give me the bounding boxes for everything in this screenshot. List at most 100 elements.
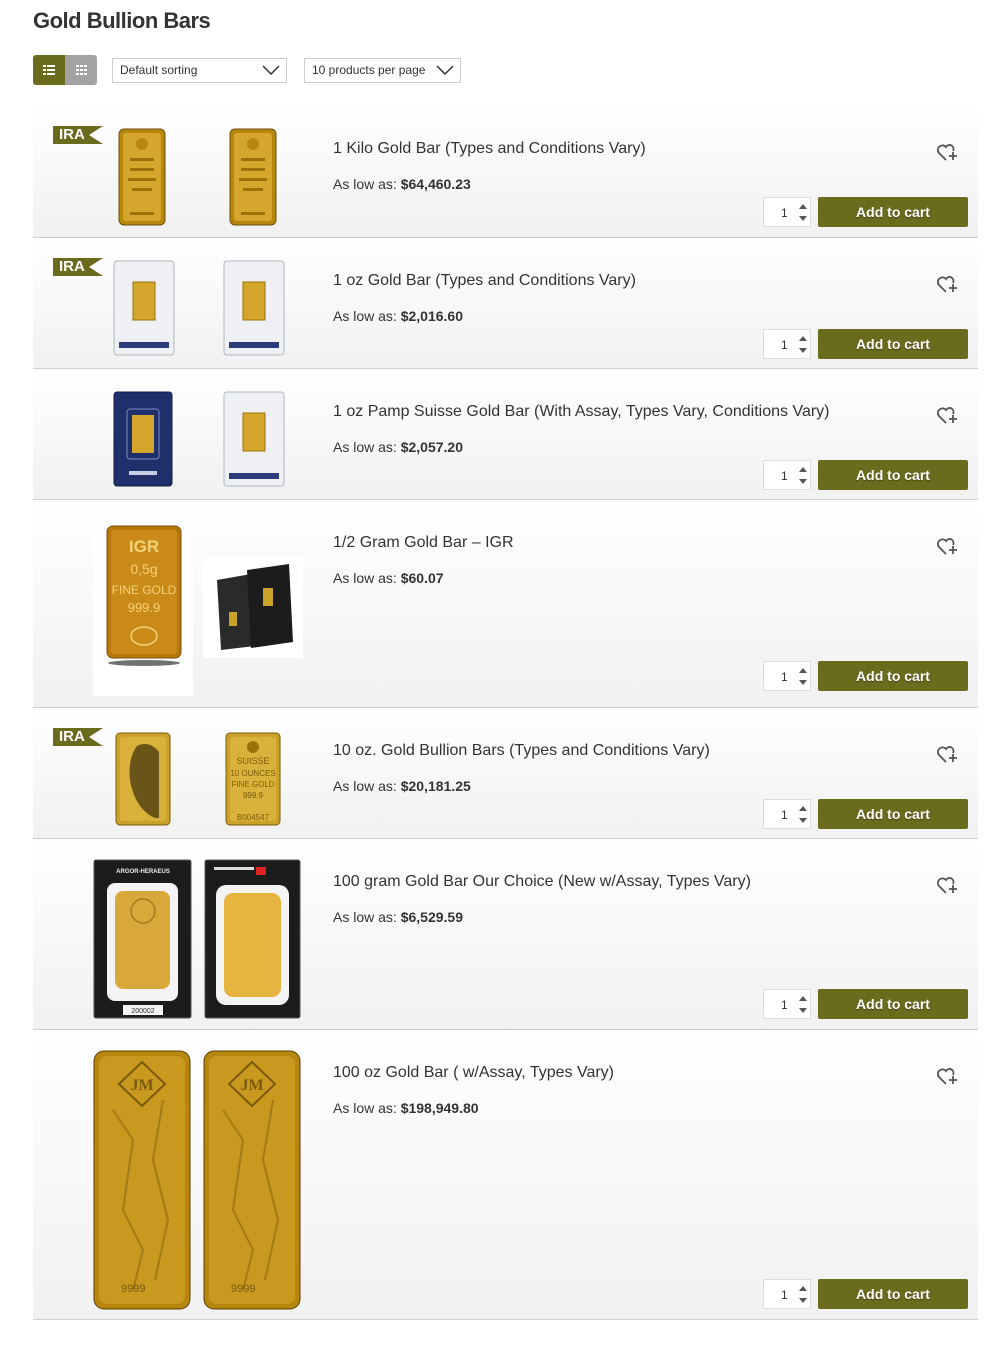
product-row: ARGOR-HERAEUS 200002 100 gram Gold Bar O…: [33, 839, 978, 1030]
quantity-stepper[interactable]: 1: [763, 799, 811, 829]
price-prefix: As low as:: [333, 308, 397, 324]
product-image-gold-bar[interactable]: [118, 128, 166, 226]
product-row: IGR 0,5g FINE GOLD 999.9 1/2 Gram Gold B…: [33, 500, 978, 708]
product-image-assay-card[interactable]: [204, 859, 301, 1019]
add-to-cart-button[interactable]: Add to cart: [818, 989, 968, 1019]
price-value: $60.07: [400, 570, 444, 586]
product-price: As low as: $20,181.25: [333, 778, 471, 794]
list-view-icon: [43, 65, 55, 75]
product-image-igr-card[interactable]: [203, 558, 303, 658]
product-title[interactable]: 100 oz Gold Bar ( w/Assay, Types Vary): [333, 1064, 614, 1082]
igr-purity-text: 999.9: [128, 600, 161, 615]
suisse-fine-gold-text: FINE GOLD: [231, 780, 274, 789]
product-image-pamp-card[interactable]: [113, 391, 173, 487]
quantity-decrease-icon[interactable]: [796, 813, 810, 827]
product-row: 1 oz Pamp Suisse Gold Bar (With Assay, T…: [33, 369, 978, 500]
add-to-wishlist-icon[interactable]: [936, 876, 958, 896]
quantity-stepper[interactable]: 1: [763, 989, 811, 1019]
product-price: As low as: $6,529.59: [333, 909, 463, 925]
product-image-gold-bar[interactable]: [223, 260, 285, 356]
per-page-select[interactable]: 10 products per page: [304, 57, 461, 83]
price-value: $6,529.59: [400, 909, 463, 925]
product-image-igr-bar[interactable]: IGR 0,5g FINE GOLD 999.9: [93, 520, 193, 696]
suisse-weight-text: 10 OUNCES: [230, 769, 275, 778]
product-title[interactable]: 1 oz Gold Bar (Types and Conditions Vary…: [333, 272, 636, 290]
product-image-jm-bar[interactable]: JM 9999: [203, 1050, 301, 1310]
product-title[interactable]: 10 oz. Gold Bullion Bars (Types and Cond…: [333, 742, 710, 760]
suisse-purity-text: 999.9: [243, 791, 264, 800]
jm-logo-text: JM: [130, 1077, 153, 1094]
price-value: $198,949.80: [400, 1100, 479, 1116]
product-row: JM 9999 JM 9999 100 oz Gold Bar ( w/Assa…: [33, 1030, 978, 1320]
argor-brand-text: ARGOR-HERAEUS: [116, 869, 170, 875]
toolbar: Default sorting 10 products per page: [33, 55, 461, 85]
quantity-decrease-icon[interactable]: [796, 1293, 810, 1307]
add-to-wishlist-icon[interactable]: [936, 275, 958, 295]
product-price: As low as: $198,949.80: [333, 1100, 479, 1116]
add-to-cart-button[interactable]: Add to cart: [818, 329, 968, 359]
sort-select[interactable]: Default sorting: [112, 57, 287, 83]
price-prefix: As low as:: [333, 909, 397, 925]
product-list: IRA 1 Kilo Gold Bar (Types and Condition…: [33, 106, 978, 1320]
quantity-stepper[interactable]: 1: [763, 661, 811, 691]
product-title[interactable]: 100 gram Gold Bar Our Choice (New w/Assa…: [333, 873, 751, 891]
add-to-wishlist-icon[interactable]: [936, 745, 958, 765]
quantity-decrease-icon[interactable]: [796, 343, 810, 357]
ira-badge: IRA: [53, 728, 103, 746]
product-image-jm-bar[interactable]: JM 9999: [93, 1050, 191, 1310]
quantity-value: 1: [781, 808, 788, 822]
list-view-button[interactable]: [33, 55, 65, 85]
igr-brand-text: IGR: [129, 537, 159, 556]
product-image-argor-card[interactable]: ARGOR-HERAEUS 200002: [93, 859, 192, 1019]
add-to-cart-button[interactable]: Add to cart: [818, 197, 968, 227]
product-image-gold-bar[interactable]: [229, 128, 277, 226]
quantity-value: 1: [781, 206, 788, 220]
page-title: Gold Bullion Bars: [33, 8, 211, 33]
chevron-down-icon: [262, 65, 280, 75]
sort-select-value: Default sorting: [120, 63, 198, 77]
product-image-suisse-bar[interactable]: SUISSE 10 OUNCES FINE GOLD 999.9 B004547: [225, 732, 281, 826]
product-title[interactable]: 1/2 Gram Gold Bar – IGR: [333, 534, 514, 552]
product-price: As low as: $2,057.20: [333, 439, 463, 455]
quantity-value: 1: [781, 1288, 788, 1302]
add-to-cart-button[interactable]: Add to cart: [818, 1279, 968, 1309]
add-to-wishlist-icon[interactable]: [936, 537, 958, 557]
add-to-wishlist-icon[interactable]: [936, 1067, 958, 1087]
quantity-stepper[interactable]: 1: [763, 197, 811, 227]
price-value: $2,057.20: [400, 439, 463, 455]
quantity-decrease-icon[interactable]: [796, 474, 810, 488]
product-title[interactable]: 1 Kilo Gold Bar (Types and Conditions Va…: [333, 140, 646, 158]
quantity-decrease-icon[interactable]: [796, 211, 810, 225]
quantity-stepper[interactable]: 1: [763, 1279, 811, 1309]
grid-view-button[interactable]: [65, 55, 97, 85]
quantity-decrease-icon[interactable]: [796, 675, 810, 689]
quantity-stepper[interactable]: 1: [763, 329, 811, 359]
add-to-cart-button[interactable]: Add to cart: [818, 661, 968, 691]
add-to-cart-button[interactable]: Add to cart: [818, 799, 968, 829]
jm-purity-text: 9999: [121, 1283, 145, 1295]
product-row: IRA SUISSE 10 OUNCES FINE GOLD 999.9 B00…: [33, 708, 978, 839]
product-title[interactable]: 1 oz Pamp Suisse Gold Bar (With Assay, T…: [333, 403, 830, 421]
argor-serial-text: 200002: [131, 1008, 154, 1015]
quantity-decrease-icon[interactable]: [796, 1003, 810, 1017]
product-image-gold-bar[interactable]: [223, 391, 285, 487]
add-to-wishlist-icon[interactable]: [936, 406, 958, 426]
igr-weight-text: 0,5g: [130, 561, 157, 577]
add-to-cart-button[interactable]: Add to cart: [818, 460, 968, 490]
quantity-value: 1: [781, 998, 788, 1012]
product-row: IRA 1 oz Gold Bar (Types and Conditions …: [33, 238, 978, 369]
ira-badge: IRA: [53, 258, 103, 276]
price-value: $64,460.23: [400, 176, 471, 192]
quantity-value: 1: [781, 670, 788, 684]
suisse-brand-text: SUISSE: [236, 756, 269, 766]
price-prefix: As low as:: [333, 439, 397, 455]
quantity-stepper[interactable]: 1: [763, 460, 811, 490]
chevron-down-icon: [436, 65, 454, 75]
price-prefix: As low as:: [333, 176, 397, 192]
product-image-gold-bar[interactable]: [113, 260, 175, 356]
per-page-select-value: 10 products per page: [312, 63, 426, 77]
product-image-fortuna-bar[interactable]: [115, 732, 171, 826]
add-to-wishlist-icon[interactable]: [936, 143, 958, 163]
product-row: IRA 1 Kilo Gold Bar (Types and Condition…: [33, 106, 978, 238]
price-value: $2,016.60: [400, 308, 463, 324]
